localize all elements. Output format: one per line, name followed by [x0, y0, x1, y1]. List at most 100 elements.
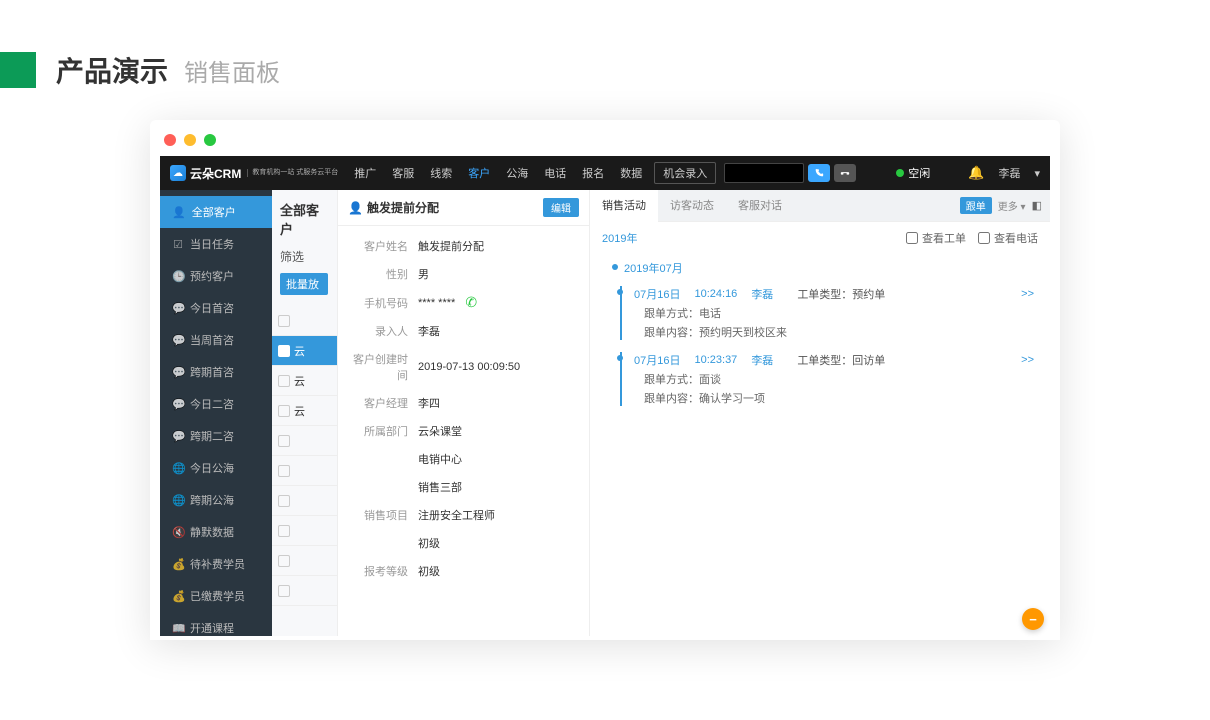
sidebar-item-7[interactable]: 🌐今日公海	[160, 452, 272, 484]
row-checkbox[interactable]	[278, 495, 290, 507]
row-checkbox[interactable]	[278, 555, 290, 567]
row-text: 云	[294, 343, 305, 359]
detail-title: 触发提前分配	[367, 199, 439, 216]
list-row[interactable]: 云	[272, 396, 337, 426]
chevron-down-icon[interactable]: ▾	[1034, 167, 1040, 180]
expand-icon[interactable]: >>	[1021, 354, 1034, 366]
phone-icon[interactable]: ✆	[465, 294, 477, 311]
list-row[interactable]: 云	[272, 336, 337, 366]
activity-tab-0[interactable]: 销售活动	[590, 190, 658, 222]
tl-time: 10:24:16	[694, 288, 737, 300]
traffic-lights	[160, 134, 1050, 146]
sidebar-item-3[interactable]: 💬当周首咨	[160, 324, 272, 356]
activity-tab-2[interactable]: 客服对话	[726, 190, 794, 222]
topnav-item-2[interactable]: 线索	[424, 161, 458, 185]
field-label: 所属部门	[348, 423, 418, 439]
topbar: ☁ 云朵CRM 教育机构一站 式服务云平台 推广客服线索客户公海电话报名数据 机…	[160, 156, 1050, 190]
list-row[interactable]	[272, 456, 337, 486]
list-row[interactable]	[272, 306, 337, 336]
detail-field: 客户创建时间2019-07-13 00:09:50	[348, 345, 579, 389]
tl-content: 跟单内容：确认学习一项	[634, 390, 1034, 406]
topnav-item-0[interactable]: 推广	[348, 161, 382, 185]
call-button[interactable]	[808, 164, 830, 182]
sidebar-item-6[interactable]: 💬跨期二咨	[160, 420, 272, 452]
list-row[interactable]: 云	[272, 366, 337, 396]
detail-field: 手机号码**** ****✆	[348, 288, 579, 317]
collapse-fab[interactable]: −	[1022, 608, 1044, 630]
current-user[interactable]: 李磊	[998, 165, 1020, 181]
list-row[interactable]	[272, 486, 337, 516]
row-checkbox[interactable]	[278, 315, 290, 327]
panel-toggle-icon[interactable]: ◧	[1032, 199, 1042, 212]
app-window: ☁ 云朵CRM 教育机构一站 式服务云平台 推广客服线索客户公海电话报名数据 机…	[150, 120, 1060, 640]
row-checkbox[interactable]	[278, 345, 290, 357]
hangup-button[interactable]	[834, 164, 856, 182]
topnav-item-4[interactable]: 公海	[500, 161, 534, 185]
sidebar-item-10[interactable]: 💰待补费学员	[160, 548, 272, 580]
sidebar-item-0[interactable]: ☑当日任务	[160, 228, 272, 260]
opportunity-entry-button[interactable]: 机会录入	[654, 162, 716, 184]
main-area: 👤 全部客户 ☑当日任务🕒预约客户💬今日首咨💬当周首咨💬跨期首咨💬今日二咨💬跨期…	[160, 190, 1050, 636]
bell-icon[interactable]: 🔔	[968, 165, 984, 181]
topnav-item-6[interactable]: 报名	[576, 161, 610, 185]
timeline-item: 07月16日10:23:37李磊工单类型：回访单>>跟单方式：面谈跟单内容：确认…	[620, 352, 1034, 406]
sidebar-item-icon: ☑	[172, 238, 184, 251]
sidebar-item-label: 今日首咨	[190, 300, 234, 316]
list-row[interactable]	[272, 426, 337, 456]
sidebar-item-2[interactable]: 💬今日首咨	[160, 292, 272, 324]
list-row[interactable]	[272, 516, 337, 546]
search-input[interactable]	[724, 163, 804, 183]
sidebar-item-12[interactable]: 📖开通课程	[160, 612, 272, 640]
row-checkbox[interactable]	[278, 465, 290, 477]
sidebar-item-label: 今日公海	[190, 460, 234, 476]
tl-content: 跟单内容：预约明天到校区来	[634, 324, 1034, 340]
detail-field: 录入人李磊	[348, 317, 579, 345]
activity-pane: 销售活动访客动态客服对话 跟单 更多 ▾ ◧ 2019年 查看工单 查看电话 2…	[590, 190, 1050, 636]
sidebar-item-label: 今日二咨	[190, 396, 234, 412]
close-window-icon[interactable]	[164, 134, 176, 146]
field-label: 性别	[348, 266, 418, 282]
sidebar-item-4[interactable]: 💬跨期首咨	[160, 356, 272, 388]
activity-tab-1[interactable]: 访客动态	[658, 190, 726, 222]
field-label: 报考等级	[348, 563, 418, 579]
row-checkbox[interactable]	[278, 405, 290, 417]
tl-method: 跟单方式：面谈	[634, 371, 1034, 387]
row-checkbox[interactable]	[278, 585, 290, 597]
maximize-window-icon[interactable]	[204, 134, 216, 146]
sidebar-item-8[interactable]: 🌐跨期公海	[160, 484, 272, 516]
status-dot-icon	[896, 169, 904, 177]
list-row[interactable]	[272, 576, 337, 606]
year-label[interactable]: 2019年	[602, 230, 637, 246]
sidebar-header[interactable]: 👤 全部客户	[160, 196, 272, 228]
activity-timeline: 2019年07月 07月16日10:24:16李磊工单类型：预约单>>跟单方式：…	[590, 254, 1050, 434]
sidebar-item-11[interactable]: 💰已缴费学员	[160, 580, 272, 612]
topnav-item-7[interactable]: 数据	[614, 161, 648, 185]
topnav: 推广客服线索客户公海电话报名数据	[348, 161, 648, 185]
detail-field: 客户姓名触发提前分配	[348, 232, 579, 260]
filter-label[interactable]: 筛选	[272, 244, 337, 269]
list-row[interactable]	[272, 546, 337, 576]
topnav-item-3[interactable]: 客户	[462, 161, 496, 185]
topnav-item-1[interactable]: 客服	[386, 161, 420, 185]
sidebar-item-9[interactable]: 🔇静默数据	[160, 516, 272, 548]
row-checkbox[interactable]	[278, 435, 290, 447]
view-workorder-checkbox[interactable]: 查看工单	[906, 230, 966, 246]
row-checkbox[interactable]	[278, 375, 290, 387]
batch-button[interactable]: 批量放	[280, 273, 328, 295]
tl-time: 10:23:37	[694, 354, 737, 366]
field-label: 客户姓名	[348, 238, 418, 254]
topnav-item-5[interactable]: 电话	[538, 161, 572, 185]
sidebar-header-label: 全部客户	[192, 204, 236, 220]
row-checkbox[interactable]	[278, 525, 290, 537]
minimize-window-icon[interactable]	[184, 134, 196, 146]
followup-pill[interactable]: 跟单	[960, 197, 992, 214]
detail-field: 客户经理李四	[348, 389, 579, 417]
sidebar-item-label: 已缴费学员	[190, 588, 245, 604]
sidebar-item-1[interactable]: 🕒预约客户	[160, 260, 272, 292]
more-dropdown[interactable]: 更多 ▾	[998, 198, 1026, 213]
sidebar-item-5[interactable]: 💬今日二咨	[160, 388, 272, 420]
edit-button[interactable]: 编辑	[543, 198, 579, 217]
sidebar-item-label: 预约客户	[190, 268, 234, 284]
view-calls-checkbox[interactable]: 查看电话	[978, 230, 1038, 246]
expand-icon[interactable]: >>	[1021, 288, 1034, 300]
